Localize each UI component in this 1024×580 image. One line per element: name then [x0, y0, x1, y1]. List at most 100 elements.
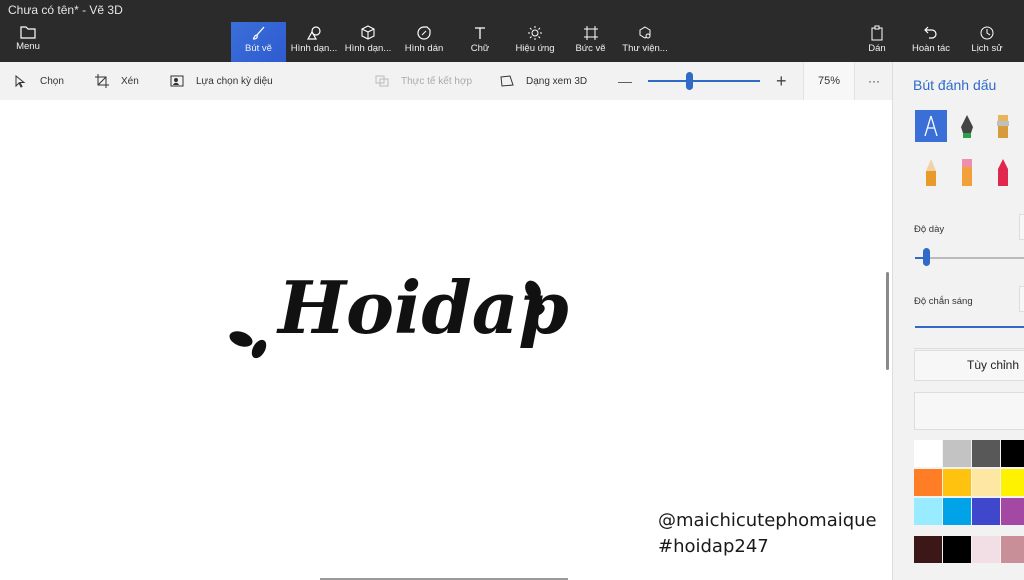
color-swatch[interactable] — [972, 469, 1000, 496]
brush-panel: Bút đánh dấu Độ dày Độ chắn sáng Tùy chỉ… — [892, 62, 1024, 580]
sun-icon — [528, 26, 542, 40]
tab-canvas[interactable]: Bức vẽ — [568, 22, 613, 62]
crayon-icon — [962, 159, 972, 186]
drop-left-1 — [229, 331, 253, 347]
opacity-slider[interactable] — [915, 326, 1024, 328]
color-swatch[interactable] — [1001, 536, 1024, 563]
minus-icon: — — [618, 73, 632, 89]
drawing-layer: Hoidap — [229, 265, 569, 359]
color-swatch[interactable] — [972, 536, 1000, 563]
3d-view-icon — [500, 75, 514, 87]
marker-brush[interactable] — [915, 110, 947, 142]
fountain-pen-icon — [961, 115, 973, 138]
undo-button[interactable]: Hoàn tác — [908, 22, 954, 62]
paste-button[interactable]: Dán — [862, 22, 892, 62]
calligraphy-pen-brush[interactable] — [951, 110, 983, 142]
tab-label: Hình dán — [404, 43, 444, 54]
color-swatch[interactable] — [1001, 469, 1024, 496]
zoom-out-button[interactable]: — — [618, 62, 632, 100]
marker-icon — [924, 115, 938, 137]
color-swatch[interactable] — [943, 498, 971, 525]
cursor-icon — [15, 74, 26, 88]
thickness-slider-thumb[interactable] — [923, 248, 930, 266]
zoom-level[interactable]: 75% — [803, 62, 855, 100]
panel-title: Bút đánh dấu — [913, 77, 997, 93]
oil-brush[interactable] — [987, 110, 1019, 142]
pencil-icon — [926, 159, 936, 186]
current-color-preview[interactable] — [914, 392, 1024, 430]
shapes-2d-icon — [306, 26, 321, 40]
color-swatch[interactable] — [914, 440, 942, 467]
tab-text[interactable]: Chữ — [460, 22, 500, 62]
tab-label: Bút vẽ — [245, 43, 272, 54]
paste-label: Dán — [868, 43, 886, 54]
crop-icon — [95, 74, 109, 88]
watermark-hashtag: #hoidap247 — [658, 536, 769, 557]
color-swatch[interactable] — [914, 536, 942, 563]
divider — [914, 348, 1024, 349]
menu-label: Menu — [16, 41, 40, 52]
brush-icon — [252, 26, 264, 40]
tab-label: Hiệu ứng — [515, 43, 555, 54]
opacity-value-box[interactable] — [1019, 286, 1024, 312]
color-swatch[interactable] — [972, 440, 1000, 467]
3d-view-button[interactable]: Dạng xem 3D — [500, 62, 587, 100]
crayon-brush[interactable] — [951, 156, 983, 188]
folder-icon — [20, 26, 36, 39]
pixel-pen-brush[interactable] — [987, 156, 1019, 188]
ribbon: Menu Bút vẽ Hình dạn... Hình dạn... Hình… — [0, 20, 1024, 62]
tab-label: Chữ — [470, 43, 490, 54]
more-button[interactable]: ··· — [868, 62, 880, 100]
select-tool[interactable]: Chọn — [14, 62, 64, 100]
thickness-slider-track[interactable] — [915, 257, 1024, 259]
library-icon — [639, 26, 651, 39]
customize-button[interactable]: Tùy chỉnh — [914, 350, 1024, 381]
magic-select-label: Lựa chọn kỳ diệu — [196, 75, 273, 87]
tab-brushes[interactable]: Bút vẽ — [231, 22, 286, 62]
color-swatch[interactable] — [972, 498, 1000, 525]
color-swatch[interactable] — [943, 469, 971, 496]
canvas-icon — [583, 26, 598, 40]
color-swatch[interactable] — [914, 498, 942, 525]
vertical-scrollbar[interactable] — [886, 272, 889, 370]
color-swatch[interactable] — [1001, 440, 1024, 467]
color-swatch[interactable] — [914, 469, 942, 496]
zoom-slider-thumb[interactable] — [686, 72, 693, 90]
menu-button[interactable]: Menu — [8, 22, 48, 62]
tab-effects[interactable]: Hiệu ứng — [510, 22, 560, 62]
select-label: Chọn — [40, 75, 64, 87]
color-swatch[interactable] — [943, 440, 971, 467]
thickness-label: Độ dày — [914, 224, 945, 235]
thickness-value-box[interactable] — [1019, 214, 1024, 240]
color-swatch[interactable] — [943, 536, 971, 563]
pixel-pen-icon — [998, 159, 1008, 186]
pencil-brush[interactable] — [915, 156, 947, 188]
color-swatch[interactable] — [1001, 498, 1024, 525]
tab-library[interactable]: Thư viện... — [620, 22, 670, 62]
history-label: Lịch sử — [971, 43, 1003, 54]
tab-3d-shapes[interactable]: Hình dạn... — [342, 22, 394, 62]
history-button[interactable]: Lịch sử — [966, 22, 1008, 62]
plus-icon: + — [776, 70, 787, 91]
tab-2d-shapes[interactable]: Hình dạn... — [288, 22, 340, 62]
magic-select-tool[interactable]: Lựa chọn kỳ diệu — [170, 62, 273, 100]
zoom-slider-track[interactable] — [648, 80, 760, 82]
text-icon — [475, 27, 485, 39]
tab-label: Bức vẽ — [575, 43, 606, 54]
window-title: Chưa có tên* - Vẽ 3D — [0, 0, 1024, 20]
mixed-reality-button[interactable]: Thực tế kết hợp — [375, 62, 472, 100]
tab-stickers[interactable]: Hình dán — [400, 22, 448, 62]
clipboard-icon — [871, 25, 883, 41]
mixed-reality-label: Thực tế kết hợp — [401, 75, 473, 87]
zoom-in-button[interactable]: + — [776, 62, 787, 100]
undo-icon — [924, 26, 937, 39]
drawing-canvas[interactable]: Hoidap @maichicutephomaique #hoidap247 — [0, 100, 892, 580]
mixed-reality-icon — [375, 75, 389, 87]
watermark-handle: @maichicutephomaique — [658, 510, 877, 531]
history-icon — [980, 26, 994, 40]
crop-tool[interactable]: Xén — [95, 62, 139, 100]
magic-select-icon — [170, 75, 184, 87]
opacity-label: Độ chắn sáng — [914, 296, 973, 307]
cube-icon — [361, 25, 375, 40]
sticker-icon — [417, 26, 431, 40]
